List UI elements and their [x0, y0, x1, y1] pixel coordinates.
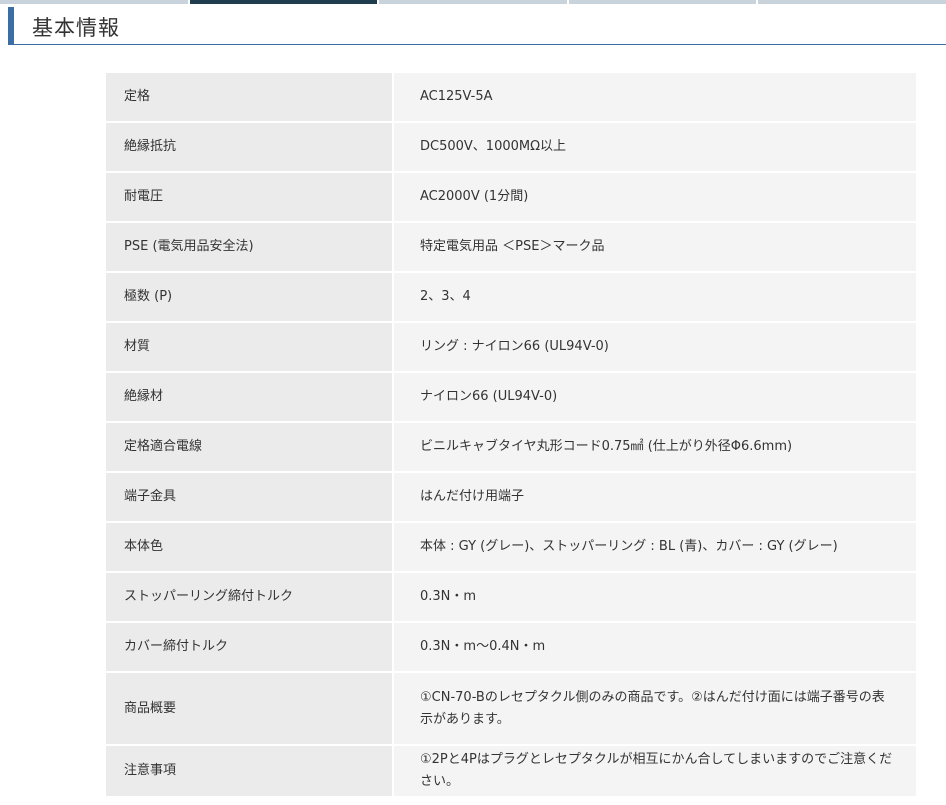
top-tab-segment [0, 0, 188, 4]
spec-value: 0.3N・m [393, 572, 916, 623]
spec-value: AC125V-5A [393, 73, 916, 123]
spec-label: PSE (電気用品安全法) [106, 222, 394, 273]
spec-label: 絶縁材 [106, 372, 394, 423]
top-tab-segment [758, 0, 946, 4]
top-tab-segment-active [189, 0, 378, 4]
spec-label: 絶縁抵抗 [106, 122, 394, 173]
top-tab-segment [379, 0, 567, 4]
spec-row: 端子金具 はんだ付け用端子 [106, 472, 916, 523]
spec-row: 絶縁抵抗 DC500V、1000MΩ以上 [106, 122, 916, 173]
spec-value: 2、3、4 [393, 272, 916, 323]
spec-label: 極数 (P) [106, 272, 394, 323]
spec-label: 材質 [106, 322, 394, 373]
spec-label: 注意事項 [106, 745, 394, 798]
spec-label: ストッパーリング締付トルク [106, 572, 394, 623]
spec-row: 定格 AC125V-5A [106, 73, 916, 123]
section-header: 基本情報 [8, 7, 946, 45]
spec-value: DC500V、1000MΩ以上 [393, 122, 916, 173]
top-tab-segment [568, 0, 757, 4]
spec-value: はんだ付け用端子 [393, 472, 916, 523]
spec-label: カバー締付トルク [106, 622, 394, 673]
section-title: 基本情報 [32, 16, 120, 40]
top-tab-bar [0, 0, 946, 4]
spec-value: リング : ナイロン66 (UL94V-0) [393, 322, 916, 373]
spec-row: 定格適合電線 ビニルキャブタイヤ丸形コード0.75㎟ (仕上がり外径Φ6.6mm… [106, 422, 916, 473]
spec-label: 耐電圧 [106, 172, 394, 223]
spec-label: 本体色 [106, 522, 394, 573]
spec-row: 耐電圧 AC2000V (1分間) [106, 172, 916, 223]
spec-row: カバー締付トルク 0.3N・m〜0.4N・m [106, 622, 916, 673]
spec-row: 注意事項 ①2Pと4Pはプラグとレセプタクルが相互にかん合してしまいますのでご注… [106, 745, 916, 798]
spec-value: ビニルキャブタイヤ丸形コード0.75㎟ (仕上がり外径Φ6.6mm) [393, 422, 916, 473]
spec-row: 材質 リング : ナイロン66 (UL94V-0) [106, 322, 916, 373]
spec-label: 定格適合電線 [106, 422, 394, 473]
spec-row: PSE (電気用品安全法) 特定電気用品 ＜PSE＞マーク品 [106, 222, 916, 273]
spec-value: 本体 : GY (グレー)、ストッパーリング : BL (青)、カバー : GY… [393, 522, 916, 573]
spec-label: 商品概要 [106, 672, 394, 746]
spec-value: 特定電気用品 ＜PSE＞マーク品 [393, 222, 916, 273]
spec-row: 本体色 本体 : GY (グレー)、ストッパーリング : BL (青)、カバー … [106, 522, 916, 573]
spec-row: 極数 (P) 2、3、4 [106, 272, 916, 323]
spec-value: ①2Pと4Pはプラグとレセプタクルが相互にかん合してしまいますのでご注意ください… [393, 745, 916, 798]
spec-label: 定格 [106, 73, 394, 123]
spec-value: 0.3N・m〜0.4N・m [393, 622, 916, 673]
spec-row: ストッパーリング締付トルク 0.3N・m [106, 572, 916, 623]
spec-row: 商品概要 ①CN-70-Bのレセプタクル側のみの商品です。②はんだ付け面には端子… [106, 672, 916, 746]
spec-value: AC2000V (1分間) [393, 172, 916, 223]
spec-table: 定格 AC125V-5A 絶縁抵抗 DC500V、1000MΩ以上 耐電圧 AC… [106, 73, 916, 798]
spec-value: ナイロン66 (UL94V-0) [393, 372, 916, 423]
spec-label: 端子金具 [106, 472, 394, 523]
spec-value: ①CN-70-Bのレセプタクル側のみの商品です。②はんだ付け面には端子番号の表示… [393, 672, 916, 746]
spec-row: 絶縁材 ナイロン66 (UL94V-0) [106, 372, 916, 423]
